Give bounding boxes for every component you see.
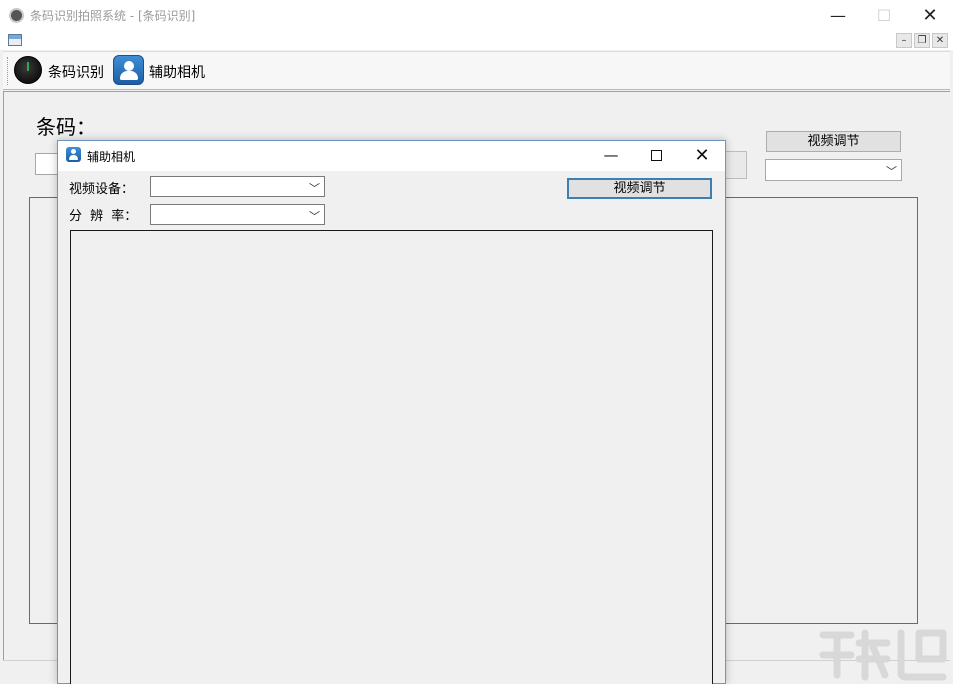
chevron-down-icon: ﹀ bbox=[309, 210, 320, 223]
toolbar-aux-camera-button[interactable]: 辅助相机 bbox=[149, 62, 205, 82]
main-window-title: 条码识别拍照系统 - [条码识别] bbox=[30, 9, 196, 23]
mdi-close-button[interactable]: ✕ bbox=[932, 33, 948, 48]
mdi-menu-strip bbox=[0, 31, 953, 50]
mdi-document-icon[interactable] bbox=[8, 34, 22, 46]
chevron-down-icon: ﹀ bbox=[886, 165, 897, 178]
video-adjust-button-background[interactable]: 视频调节 bbox=[766, 131, 901, 152]
user-icon bbox=[66, 147, 81, 162]
maximize-icon bbox=[650, 149, 662, 161]
power-button-icon[interactable] bbox=[14, 56, 42, 84]
user-icon[interactable] bbox=[113, 55, 144, 85]
resolution-label: 分 辨 率： bbox=[69, 209, 138, 224]
watermark-logo bbox=[819, 629, 947, 681]
dialog-close-button[interactable]: ✕ bbox=[679, 141, 725, 169]
dialog-title: 辅助相机 bbox=[87, 150, 136, 164]
video-device-label: 视频设备： bbox=[69, 182, 135, 197]
video-adjust-button[interactable]: 视频调节 bbox=[567, 178, 712, 199]
dialog-minimize-button[interactable]: — bbox=[588, 141, 634, 169]
toolbar bbox=[3, 51, 950, 90]
barcode-resolution-select[interactable]: ﹀ bbox=[765, 159, 902, 181]
mdi-restore-button[interactable]: ❐ bbox=[914, 33, 930, 48]
camera-video-preview bbox=[70, 230, 713, 684]
video-device-select[interactable]: ﹀ bbox=[150, 176, 325, 197]
chevron-down-icon: ﹀ bbox=[309, 182, 320, 195]
camera-app-icon bbox=[9, 8, 24, 23]
dialog-maximize-button[interactable] bbox=[633, 141, 679, 169]
barcode-label: 条码： bbox=[36, 115, 96, 139]
resolution-select[interactable]: ﹀ bbox=[150, 204, 325, 225]
toolbar-grip[interactable] bbox=[7, 57, 9, 85]
barcode-input-edge[interactable] bbox=[724, 151, 747, 179]
main-close-button[interactable]: ✕ bbox=[907, 0, 953, 31]
toolbar-barcode-recognition-button[interactable]: 条码识别 bbox=[48, 62, 104, 82]
main-maximize-button[interactable]: ☐ bbox=[861, 0, 907, 31]
main-minimize-button[interactable]: — bbox=[815, 0, 861, 31]
mdi-minimize-button[interactable]: – bbox=[896, 33, 912, 48]
